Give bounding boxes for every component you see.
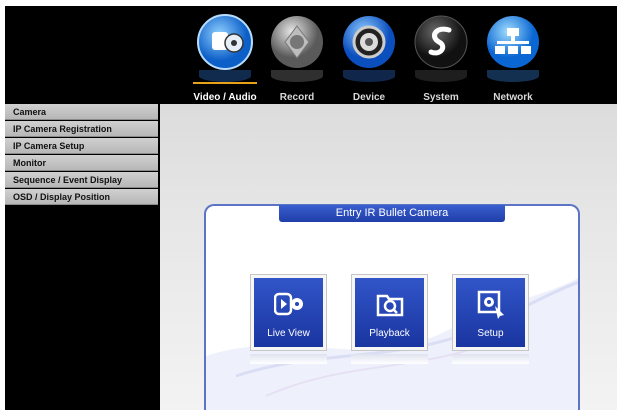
sidebar-item-ip-camera-registration[interactable]: IP Camera Registration xyxy=(5,121,158,137)
sidebar-item-sequence-event-display[interactable]: Sequence / Event Display xyxy=(5,172,158,188)
sidebar: Camera IP Camera Registration IP Camera … xyxy=(5,104,158,206)
menu-label: Video / Audio xyxy=(193,92,257,103)
menu-system[interactable]: System xyxy=(401,14,481,103)
sidebar-item-ip-camera-setup[interactable]: IP Camera Setup xyxy=(5,138,158,154)
tile-label: Setup xyxy=(477,328,504,339)
menu-record[interactable]: Record xyxy=(257,14,337,103)
sidebar-item-osd-display-position[interactable]: OSD / Display Position xyxy=(5,189,158,205)
menu-label: Record xyxy=(279,92,315,103)
sidebar-item-monitor[interactable]: Monitor xyxy=(5,155,158,171)
video-audio-icon xyxy=(197,14,253,70)
menu-device[interactable]: Device xyxy=(329,14,409,103)
menu-video-audio[interactable]: Video / Audio xyxy=(185,14,265,103)
system-icon xyxy=(413,14,469,70)
tile-reflection xyxy=(250,354,327,364)
menu-label: System xyxy=(423,92,459,103)
playback-button[interactable]: Playback xyxy=(351,274,428,351)
tile-label: Live View xyxy=(267,328,310,339)
tile-reflection xyxy=(351,354,428,364)
menu-label: Device xyxy=(352,92,386,103)
menu-label: Network xyxy=(493,92,533,103)
setup-icon xyxy=(476,289,506,319)
tile-reflection xyxy=(452,354,529,364)
setup-button[interactable]: Setup xyxy=(452,274,529,351)
active-indicator xyxy=(193,82,257,84)
dvr-main-screen: Video / Audio Record Device System Netwo… xyxy=(0,0,623,410)
record-icon xyxy=(269,14,325,70)
sidebar-item-camera[interactable]: Camera xyxy=(5,104,158,120)
live-view-icon xyxy=(273,289,304,319)
panel-title: Entry IR Bullet Camera xyxy=(279,205,505,222)
live-view-button[interactable]: Live View xyxy=(250,274,327,351)
playback-icon xyxy=(375,289,405,319)
network-icon xyxy=(485,14,541,70)
menu-network[interactable]: Network xyxy=(473,14,553,103)
device-icon xyxy=(341,14,397,70)
tile-label: Playback xyxy=(369,328,410,339)
